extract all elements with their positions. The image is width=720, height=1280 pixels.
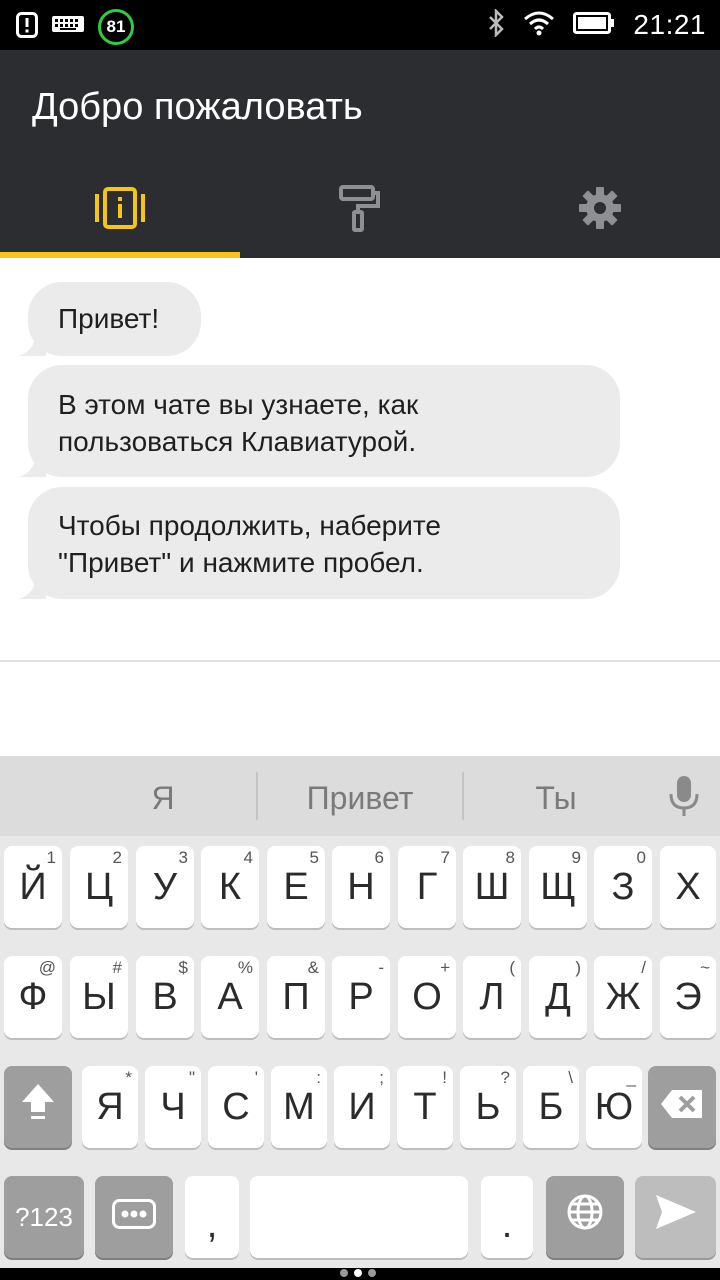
microphone-icon[interactable] — [664, 776, 704, 823]
keyboard-icon — [52, 14, 84, 41]
language-key[interactable] — [546, 1176, 624, 1258]
key-ш[interactable]: Ш8 — [463, 846, 521, 928]
tab-bar — [0, 162, 720, 258]
menu-key[interactable] — [95, 1176, 173, 1258]
send-icon — [655, 1194, 697, 1240]
app-bar: Добро пожаловать — [0, 50, 720, 258]
symbols-key[interactable]: ?123 — [4, 1176, 84, 1258]
key-ц[interactable]: Ц2 — [70, 846, 128, 928]
paint-roller-icon — [338, 184, 382, 237]
suggestion-item[interactable]: Привет — [258, 756, 462, 836]
backspace-icon — [660, 1086, 704, 1129]
send-key[interactable] — [635, 1176, 716, 1258]
message-text: пользоваться Клавиатурой. — [58, 426, 417, 457]
gear-icon — [577, 185, 623, 236]
comma-key[interactable]: , — [185, 1176, 239, 1258]
key-л[interactable]: Л( — [463, 956, 521, 1038]
key-д[interactable]: Д) — [529, 956, 587, 1038]
key-и[interactable]: И; — [334, 1066, 390, 1148]
shift-key[interactable] — [4, 1066, 72, 1148]
input-divider — [0, 660, 720, 662]
key-т[interactable]: Т! — [397, 1066, 453, 1148]
key-н[interactable]: Н6 — [332, 846, 390, 928]
clock: 21:21 — [633, 9, 706, 40]
key-ы[interactable]: Ы # — [70, 956, 128, 1038]
globe-icon — [566, 1193, 604, 1241]
battery-icon — [573, 11, 615, 39]
key-э[interactable]: Э ~ — [660, 956, 716, 1038]
bluetooth-icon — [487, 7, 505, 42]
key-о[interactable]: О + — [398, 956, 456, 1038]
key-к[interactable]: К4 — [201, 846, 259, 928]
tab-info[interactable] — [0, 162, 240, 258]
key-х[interactable]: Х — [660, 846, 716, 928]
key-ч[interactable]: Ч " — [145, 1066, 201, 1148]
key-а[interactable]: А% — [201, 956, 259, 1038]
message-text: "Привет" и нажмите пробел. — [58, 547, 424, 578]
status-bar: 81 21:21 — [0, 0, 720, 50]
chat-area: Привет! В этом чате вы узнаете, как поль… — [0, 258, 720, 660]
key-я[interactable]: Я * — [82, 1066, 138, 1148]
chat-bubble: Привет! — [18, 282, 201, 356]
wifi-icon — [523, 10, 555, 41]
key-з[interactable]: З0 — [594, 846, 652, 928]
key-р[interactable]: Р- — [332, 956, 390, 1038]
key-ю[interactable]: Ю _ — [586, 1066, 642, 1148]
key-с[interactable]: С ' — [208, 1066, 264, 1148]
key-м[interactable]: М: — [271, 1066, 327, 1148]
keyboard: Я Привет Ты Й1 Ц2 У3 К4 Е5 Н6 Г7 Ш8 Щ9 З… — [0, 756, 720, 1268]
key-у[interactable]: У3 — [136, 846, 194, 928]
page-indicator — [340, 1269, 376, 1277]
key-ф[interactable]: Ф @ — [4, 956, 62, 1038]
key-й[interactable]: Й1 — [4, 846, 62, 928]
tab-settings[interactable] — [480, 162, 720, 258]
more-icon — [112, 1196, 156, 1239]
info-icon — [94, 186, 146, 235]
suggestion-item[interactable]: Ты — [464, 756, 648, 836]
page-title: Добро пожаловать — [32, 86, 363, 128]
period-key[interactable]: . — [481, 1176, 533, 1258]
key-п[interactable]: П & — [267, 956, 325, 1038]
key-ж[interactable]: Ж / — [594, 956, 652, 1038]
key-ь[interactable]: Ь? — [460, 1066, 516, 1148]
tab-themes[interactable] — [240, 162, 480, 258]
message-text: Привет! — [58, 303, 160, 334]
backspace-key[interactable] — [648, 1066, 716, 1148]
message-text: В этом чате вы узнаете, как — [58, 389, 419, 420]
key-в[interactable]: В $ — [136, 956, 194, 1038]
alert-icon — [16, 11, 38, 43]
message-text: Чтобы продолжить, наберите — [58, 510, 441, 541]
suggestion-item[interactable]: Я — [70, 756, 256, 836]
key-щ[interactable]: Щ9 — [529, 846, 587, 928]
suggestion-bar: Я Привет Ты — [0, 756, 720, 836]
key-б[interactable]: Б \ — [523, 1066, 579, 1148]
shift-icon — [20, 1082, 56, 1132]
key-е[interactable]: Е5 — [267, 846, 325, 928]
chat-bubble: В этом чате вы узнаете, как пользоваться… — [18, 365, 620, 477]
battery-level-badge: 81 — [98, 9, 134, 45]
key-г[interactable]: Г7 — [398, 846, 456, 928]
chat-bubble: Чтобы продолжить, наберите "Привет" и на… — [18, 487, 620, 599]
space-key[interactable] — [250, 1176, 468, 1258]
